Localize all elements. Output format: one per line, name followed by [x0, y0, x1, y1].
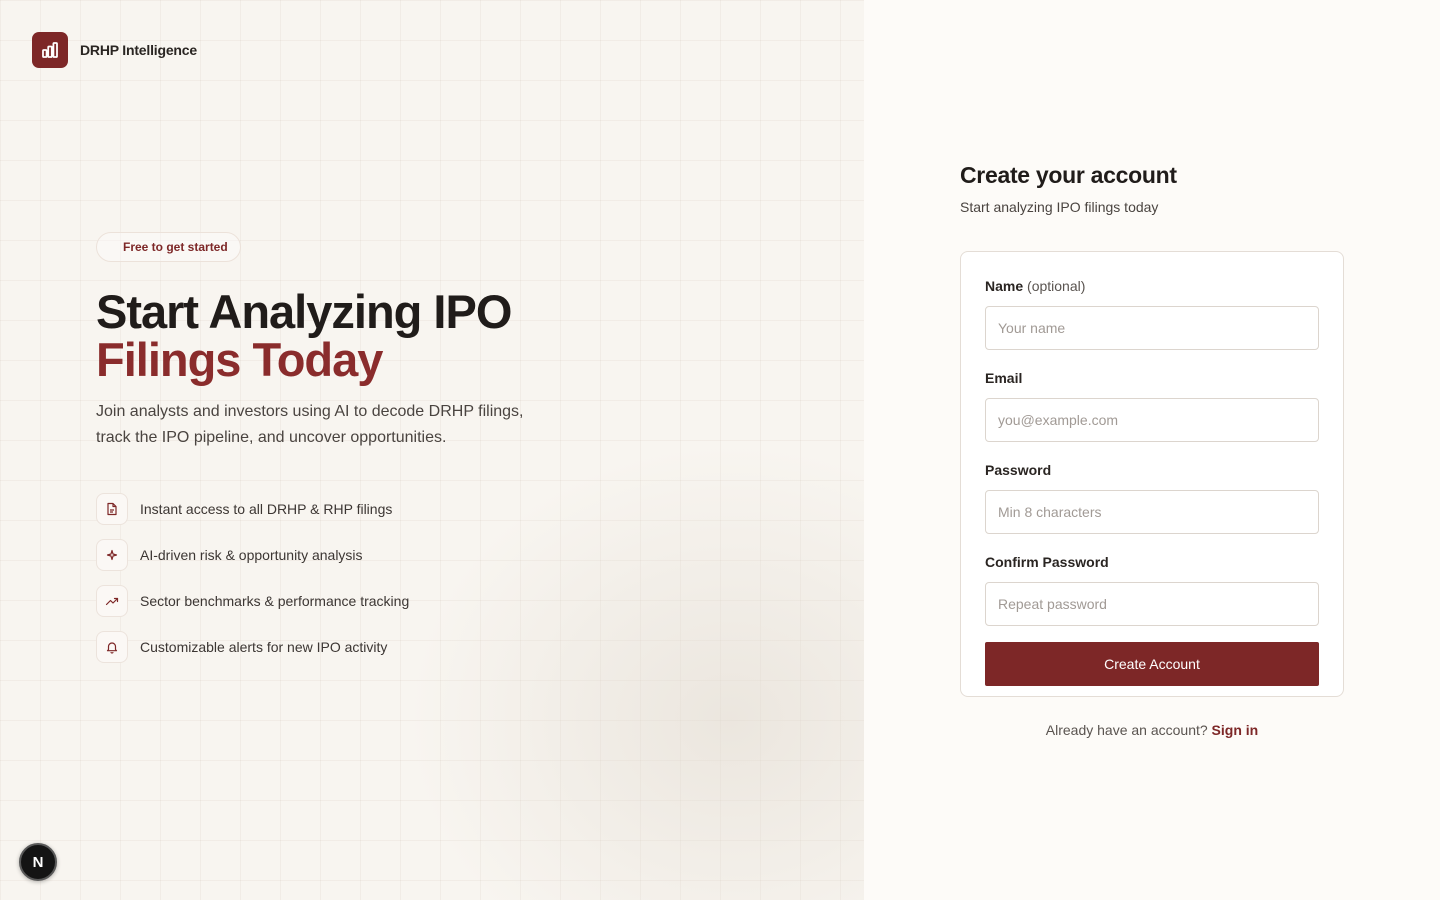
signin-prompt: Already have an account? Sign in — [960, 722, 1344, 738]
feature-text: Instant access to all DRHP & RHP filings — [140, 501, 393, 517]
feature-item: Instant access to all DRHP & RHP filings — [96, 493, 616, 525]
password-label: Password — [985, 462, 1052, 478]
confirm-password-input[interactable] — [985, 582, 1319, 626]
hero-subtitle: Join analysts and investors using AI to … — [96, 403, 524, 446]
form-subtitle: Start analyzing IPO filings today — [960, 199, 1159, 215]
brand[interactable]: DRHP Intelligence — [32, 32, 197, 68]
sign-in-link[interactable]: Sign in — [1212, 722, 1259, 738]
confirm-password-field: Confirm Password — [985, 552, 1319, 626]
headline-line-2: Filings Today — [96, 333, 383, 386]
name-label: Name (optional) — [985, 276, 1319, 296]
brand-name: DRHP Intelligence — [80, 42, 197, 58]
name-label-text: Name — [985, 278, 1024, 294]
document-icon — [96, 493, 128, 525]
feature-item: Customizable alerts for new IPO activity — [96, 631, 616, 663]
right-panel: Create your account Start analyzing IPO … — [864, 0, 1440, 900]
sparkle-icon — [96, 539, 128, 571]
signup-form-card: Name (optional) Email Password Confirm P… — [960, 251, 1344, 697]
free-badge: Free to get started — [96, 232, 241, 262]
hero-headline: Start Analyzing IPO Filings Today — [96, 288, 616, 384]
email-field: Email — [985, 368, 1319, 442]
feature-text: AI-driven risk & opportunity analysis — [140, 547, 363, 563]
bar-chart-icon — [32, 32, 68, 68]
password-input[interactable] — [985, 490, 1319, 534]
hero: Free to get started Start Analyzing IPO … — [96, 232, 616, 677]
form-header: Create your account Start analyzing IPO … — [960, 162, 1177, 215]
email-input[interactable] — [985, 398, 1319, 442]
feature-item: Sector benchmarks & performance tracking — [96, 585, 616, 617]
feature-text: Sector benchmarks & performance tracking — [140, 593, 410, 609]
name-field: Name (optional) — [985, 276, 1319, 350]
bell-icon — [96, 631, 128, 663]
feature-item: AI-driven risk & opportunity analysis — [96, 539, 616, 571]
feature-text: Customizable alerts for new IPO activity — [140, 639, 388, 655]
dev-tools-badge[interactable]: N — [19, 843, 57, 881]
confirm-password-label: Confirm Password — [985, 554, 1109, 570]
trending-up-icon — [96, 585, 128, 617]
name-optional-hint: (optional) — [1027, 278, 1086, 294]
name-input[interactable] — [985, 306, 1319, 350]
form-title: Create your account — [960, 162, 1177, 188]
headline-line-1: Start Analyzing IPO — [96, 285, 512, 338]
email-label: Email — [985, 370, 1023, 386]
signin-prompt-text: Already have an account? — [1045, 722, 1208, 738]
feature-list: Instant access to all DRHP & RHP filings… — [96, 493, 616, 663]
password-field: Password — [985, 460, 1319, 534]
create-account-button[interactable]: Create Account — [985, 642, 1319, 686]
